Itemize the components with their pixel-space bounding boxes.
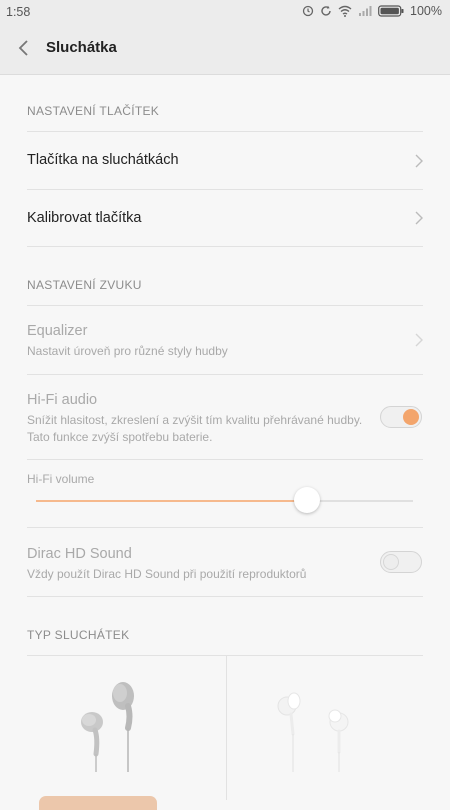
row-subtitle: Snížit hlasitost, zkreslení a zvýšit tím… [27, 413, 363, 444]
earphone-type-in-ear[interactable] [226, 656, 424, 800]
divider [27, 596, 423, 597]
chevron-right-icon [415, 154, 423, 168]
hifi-volume-slider[interactable] [36, 487, 413, 513]
sync-icon [321, 5, 331, 16]
dirac-toggle[interactable] [380, 551, 422, 573]
signal-icon [359, 6, 372, 16]
row-subtitle: Vždy použít Dirac HD Sound při použití r… [27, 567, 307, 581]
earbud-selected-indicator[interactable] [39, 796, 157, 810]
row-title: Hi-Fi volume [27, 472, 95, 486]
status-bar: 1:58 100% [0, 0, 450, 24]
row-calibrate-buttons[interactable]: Kalibrovat tlačítka [0, 190, 450, 246]
row-title: Kalibrovat tlačítka [27, 210, 142, 226]
row-title: Dirac HD Sound [27, 546, 132, 562]
in-ear-earphones-icon [277, 692, 349, 772]
page-title: Sluchátka [46, 39, 117, 56]
row-hifi-audio: Hi-Fi audio Snížit hlasitost, zkreslení … [0, 375, 450, 459]
row-headset-buttons[interactable]: Tlačítka na sluchátkách [0, 132, 450, 189]
row-equalizer[interactable]: Equalizer Nastavit úroveň pro různé styl… [0, 306, 450, 374]
hifi-audio-toggle[interactable] [380, 406, 422, 428]
back-arrow-icon[interactable] [14, 38, 34, 58]
row-title: Tlačítka na sluchátkách [27, 152, 179, 168]
divider [27, 246, 423, 247]
row-dirac-hd-sound: Dirac HD Sound Vždy použít Dirac HD Soun… [0, 528, 450, 596]
slider-fill [36, 500, 307, 502]
section-header-sound: NASTAVENÍ ZVUKU [27, 278, 142, 292]
battery-icon [378, 5, 404, 17]
row-subtitle: Nastavit úroveň pro různé styly hudby [27, 344, 228, 358]
battery-percent: 100% [410, 4, 442, 18]
toggle-knob [383, 554, 399, 570]
section-header-buttons: NASTAVENÍ TLAČÍTEK [27, 104, 160, 118]
chevron-right-icon [415, 333, 423, 347]
row-hifi-volume: Hi-Fi volume [0, 460, 450, 527]
earphone-type-earbud[interactable] [27, 656, 225, 810]
alarm-icon [302, 5, 314, 17]
toggle-knob [403, 409, 419, 425]
title-bar: Sluchátka [0, 24, 450, 75]
chevron-right-icon [415, 211, 423, 225]
wifi-icon [338, 5, 352, 17]
section-header-type: TYP SLUCHÁTEK [27, 628, 130, 642]
row-title: Equalizer [27, 323, 88, 339]
earbud-earphones-icon [81, 682, 134, 772]
row-title: Hi-Fi audio [27, 392, 98, 408]
slider-thumb[interactable] [294, 487, 320, 513]
status-time: 1:58 [6, 5, 31, 19]
